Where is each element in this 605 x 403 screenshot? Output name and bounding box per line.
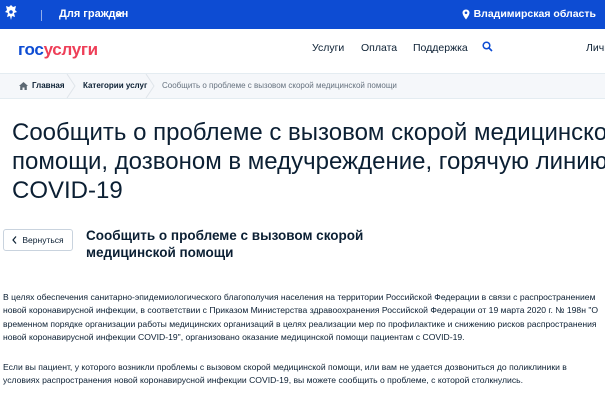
intro-paragraph: В целях обеспечения санитарно-эпидемиоло… [3,292,599,343]
breadcrumb-separator [145,74,155,98]
logo-part-gos: гос [18,40,44,59]
home-icon [19,81,28,90]
breadcrumb-current: Сообщить о проблеме с вызовом скорой мед… [162,81,397,90]
breadcrumb: Главная Категории услуг Сообщить о пробл… [0,74,605,99]
section-subtitle: Сообщить о проблеме с вызовом скорой мед… [86,228,364,260]
patient-paragraph: Если вы пациент, у которого возникли про… [3,362,567,386]
location-pin-icon [462,9,470,19]
page-title: Сообщить о проблеме с вызовом скорой мед… [12,118,605,205]
nav-services[interactable]: Услуги [312,42,344,54]
main-header: госуслуги Услуги Оплата Поддержка Личн [0,29,605,74]
personal-cabinet-link[interactable]: Личн [586,42,605,54]
breadcrumb-separator [66,74,76,98]
nav-support[interactable]: Поддержка [413,42,468,54]
breadcrumb-home[interactable]: Главная [19,81,65,90]
region-label: Владимирская область [473,8,596,20]
chevron-down-icon[interactable] [114,9,124,19]
nav-payment[interactable]: Оплата [361,42,397,54]
page-title-line: помощи, дозвоном в медучреждение, горячу… [12,148,605,175]
gosuslugi-logo[interactable]: госуслуги [18,40,98,60]
logo-part-uslugi: услуги [43,40,99,59]
coat-of-arms-icon[interactable] [4,3,18,23]
region-selector[interactable]: Владимирская область [462,8,596,20]
breadcrumb-categories[interactable]: Категории услуг [83,81,147,90]
page-title-line: Сообщить о проблеме с вызовом скорой мед… [12,119,605,146]
search-icon[interactable] [482,41,493,52]
back-button-label: Вернуться [22,235,64,245]
back-button[interactable]: Вернуться [3,229,73,251]
top-bar: Для граждан Владимирская область [0,0,605,29]
topbar-divider [41,10,42,21]
page-title-line: COVID-19 [12,177,123,204]
chevron-left-icon [12,236,17,244]
breadcrumb-home-label: Главная [32,81,65,90]
